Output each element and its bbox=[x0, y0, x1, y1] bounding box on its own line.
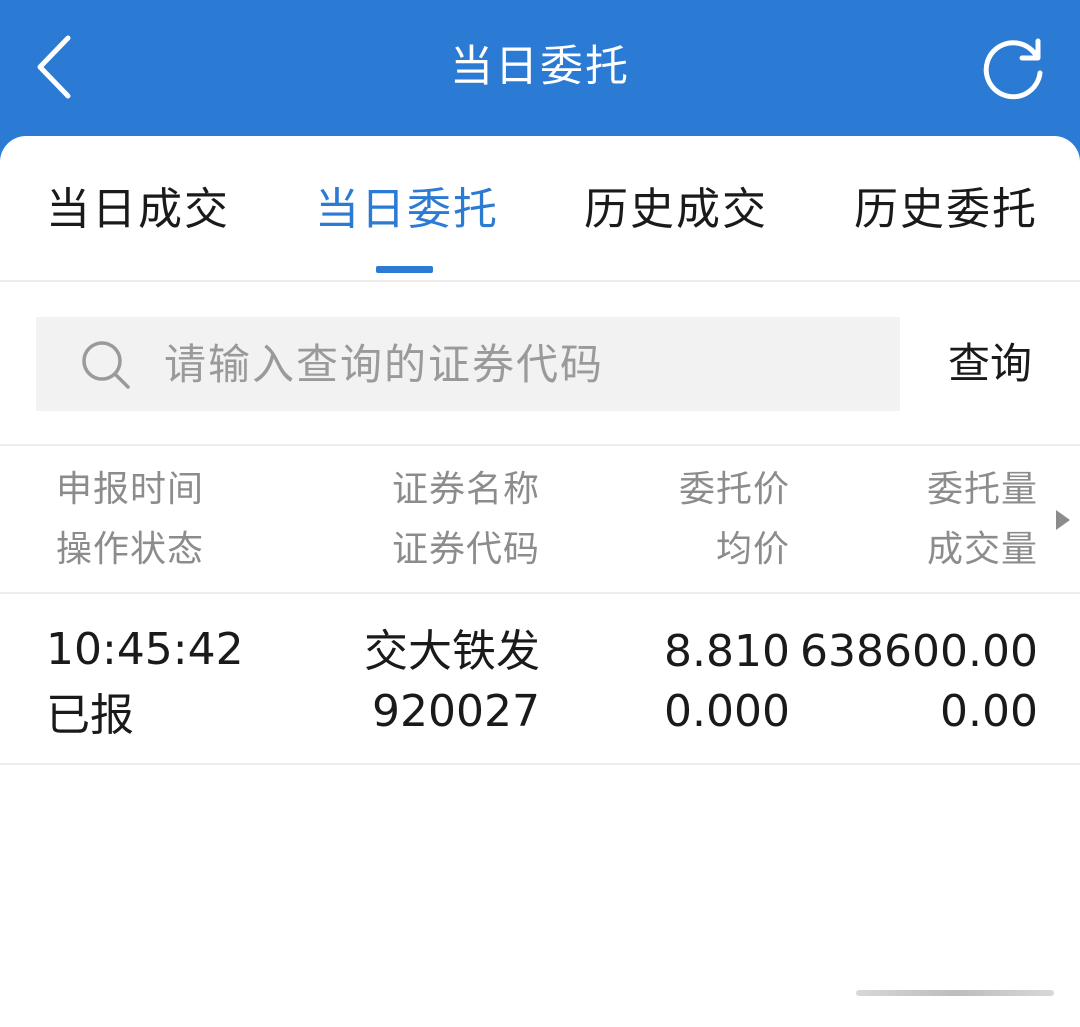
query-button[interactable]: 查询 bbox=[930, 332, 1050, 396]
security-name: 交大铁发 bbox=[364, 626, 540, 677]
order-time: 10:45:42 bbox=[46, 624, 244, 675]
refresh-icon bbox=[983, 38, 1043, 100]
column-header-status: 操作状态 bbox=[56, 529, 205, 570]
column-header-code: 证券代码 bbox=[391, 529, 540, 570]
divider bbox=[0, 763, 1080, 765]
tab-history-orders[interactable]: 历史委托 bbox=[854, 180, 1038, 240]
active-tab-indicator bbox=[376, 266, 433, 273]
tab-today-deals[interactable]: 当日成交 bbox=[46, 180, 230, 240]
order-status: 已报 bbox=[46, 690, 134, 741]
search-icon bbox=[82, 341, 130, 389]
page-title: 当日委托 bbox=[450, 42, 630, 92]
refresh-button[interactable] bbox=[972, 28, 1058, 108]
deal-quantity: 0.00 bbox=[940, 686, 1038, 737]
column-header-price: 委托价 bbox=[678, 469, 790, 510]
search-bar[interactable] bbox=[36, 317, 900, 411]
security-code-input[interactable] bbox=[164, 331, 864, 397]
order-price: 8.810 bbox=[664, 626, 790, 677]
content-panel: 当日成交 当日委托 历史成交 历史委托 查询 申报时间 操作状态 证券名称 证券… bbox=[0, 136, 1080, 1027]
average-price: 0.000 bbox=[664, 686, 790, 737]
tab-today-orders[interactable]: 当日委托 bbox=[315, 180, 499, 240]
order-quantity: 638600.00 bbox=[800, 626, 1038, 677]
divider bbox=[0, 444, 1080, 446]
page: 当日委托 当日成交 当日委托 历史成交 历史委托 查询 bbox=[0, 0, 1080, 1027]
top-bar: 当日委托 bbox=[0, 0, 1080, 150]
divider bbox=[0, 592, 1080, 594]
scroll-right-icon[interactable] bbox=[1056, 510, 1070, 530]
column-header-name: 证券名称 bbox=[391, 469, 540, 510]
column-header-deal-qty: 成交量 bbox=[926, 529, 1038, 570]
tab-history-deals[interactable]: 历史成交 bbox=[584, 180, 768, 240]
column-header-avg-price: 均价 bbox=[715, 529, 790, 570]
tab-bar: 当日成交 当日委托 历史成交 历史委托 bbox=[0, 136, 1080, 282]
home-indicator bbox=[856, 990, 1054, 996]
column-header-order-qty: 委托量 bbox=[926, 469, 1038, 510]
column-header-time: 申报时间 bbox=[56, 469, 205, 510]
security-code: 920027 bbox=[372, 686, 540, 737]
